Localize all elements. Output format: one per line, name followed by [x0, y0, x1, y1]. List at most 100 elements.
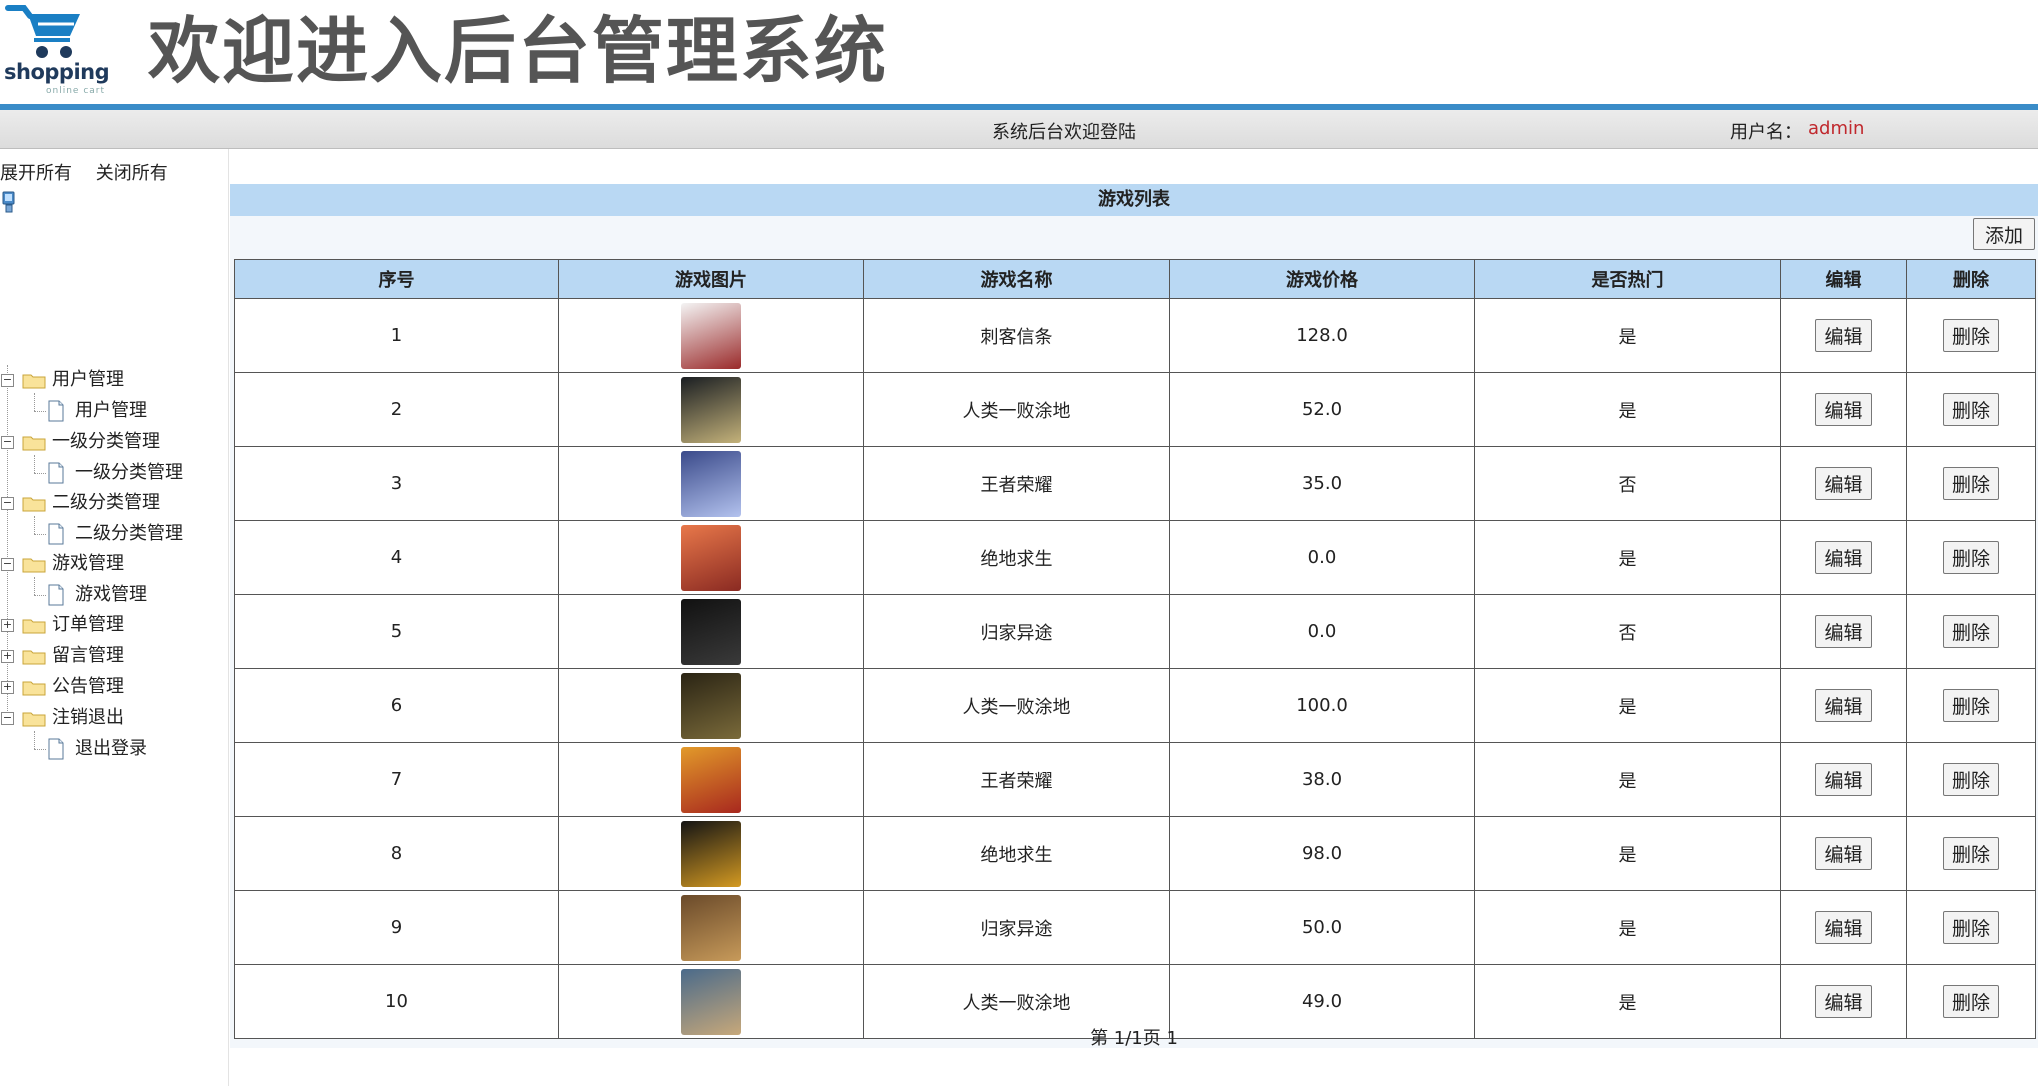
delete-button[interactable]: 删除 — [1942, 985, 1999, 1018]
cell-image — [558, 668, 864, 743]
delete-button[interactable]: 删除 — [1942, 763, 1999, 796]
delete-button[interactable]: 删除 — [1942, 467, 1999, 500]
collapse-all-link[interactable]: 关闭所有 — [96, 163, 168, 184]
cell-no: 5 — [234, 594, 559, 669]
cell-edit: 编辑 — [1780, 446, 1907, 521]
collapse-toggle[interactable]: − — [1, 711, 14, 725]
column-header-hot: 是否热门 — [1474, 259, 1781, 299]
tree-group-logout[interactable]: − 注销退出 — [1, 705, 124, 731]
collapse-toggle[interactable]: − — [1, 496, 14, 510]
game-thumbnail — [681, 894, 741, 961]
edit-button[interactable]: 编辑 — [1815, 837, 1872, 870]
delete-button[interactable]: 删除 — [1942, 541, 1999, 574]
cell-price: 35.0 — [1169, 446, 1475, 521]
expand-all-link[interactable]: 展开所有 — [0, 163, 72, 184]
expand-toggle[interactable]: + — [1, 618, 14, 632]
delete-button[interactable]: 删除 — [1942, 911, 1999, 944]
tree-group-game-management[interactable]: − 游戏管理 — [1, 551, 124, 577]
cell-price: 100.0 — [1169, 668, 1475, 743]
pagination[interactable]: 第 1/1页 1 — [230, 1024, 2038, 1050]
cell-name: 归家异途 — [863, 594, 1170, 669]
logo-subtext: online cart — [46, 86, 106, 96]
cell-edit: 编辑 — [1780, 372, 1907, 447]
edit-button[interactable]: 编辑 — [1815, 467, 1872, 500]
tree-group-order-management[interactable]: + 订单管理 — [1, 612, 124, 638]
delete-button[interactable]: 删除 — [1942, 319, 1999, 352]
table-row: 8 绝地求生 98.0 是 编辑 删除 — [234, 816, 2036, 891]
tree-group-message-management[interactable]: + 留言管理 — [1, 643, 124, 669]
game-table: 序号 游戏图片 游戏名称 游戏价格 是否热门 编辑 删除 1 刺客信条 128.… — [234, 259, 2036, 1039]
cell-no: 2 — [234, 372, 559, 447]
edit-button[interactable]: 编辑 — [1815, 541, 1872, 574]
tree-group-label: 注销退出 — [52, 707, 124, 728]
folder-icon — [22, 436, 46, 451]
tree-group-user-management[interactable]: − 用户管理 — [1, 367, 124, 393]
tree-line — [34, 749, 46, 750]
table-row: 1 刺客信条 128.0 是 编辑 删除 — [234, 298, 2036, 373]
game-thumbnail — [681, 376, 741, 443]
tree-group-primary-category[interactable]: − 一级分类管理 — [1, 429, 160, 455]
tree-item-primary-category[interactable]: 一级分类管理 — [47, 460, 183, 486]
tree-item-user-management[interactable]: 用户管理 — [47, 398, 147, 424]
table-row: 6 人类一败涂地 100.0 是 编辑 删除 — [234, 668, 2036, 743]
edit-button[interactable]: 编辑 — [1815, 985, 1872, 1018]
collapse-toggle[interactable]: − — [1, 373, 14, 387]
logo-text: shopping — [4, 60, 110, 84]
column-header-name: 游戏名称 — [863, 259, 1170, 299]
username-value: admin — [1808, 118, 1865, 139]
column-header-price: 游戏价格 — [1169, 259, 1475, 299]
tree-line — [34, 455, 35, 473]
shopping-logo: shopping online cart — [2, 2, 110, 96]
table-row: 7 王者荣耀 38.0 是 编辑 删除 — [234, 742, 2036, 817]
app-header: shopping online cart 欢迎进入后台管理系统 — [0, 0, 2038, 110]
tree-item-game-management[interactable]: 游戏管理 — [47, 582, 147, 608]
cell-hot: 是 — [1474, 890, 1781, 965]
tree-item-secondary-category[interactable]: 二级分类管理 — [47, 521, 183, 547]
tree-group-label: 二级分类管理 — [52, 492, 160, 513]
edit-button[interactable]: 编辑 — [1815, 689, 1872, 722]
cell-image — [558, 594, 864, 669]
folder-icon — [22, 712, 46, 727]
document-icon — [48, 584, 64, 606]
collapse-toggle[interactable]: − — [1, 435, 14, 449]
tree-group-secondary-category[interactable]: − 二级分类管理 — [1, 490, 160, 516]
cell-edit: 编辑 — [1780, 816, 1907, 891]
cell-name: 绝地求生 — [863, 816, 1170, 891]
username-label: 用户名： — [1730, 122, 1802, 143]
table-row: 9 归家异途 50.0 是 编辑 删除 — [234, 890, 2036, 965]
table-row: 3 王者荣耀 35.0 否 编辑 删除 — [234, 446, 2036, 521]
cell-price: 98.0 — [1169, 816, 1475, 891]
expand-toggle[interactable]: + — [1, 649, 14, 663]
column-header-image: 游戏图片 — [558, 259, 864, 299]
edit-button[interactable]: 编辑 — [1815, 393, 1872, 426]
tree-item-label: 用户管理 — [75, 400, 147, 421]
delete-button[interactable]: 删除 — [1942, 837, 1999, 870]
cell-image — [558, 742, 864, 817]
edit-button[interactable]: 编辑 — [1815, 763, 1872, 796]
edit-button[interactable]: 编辑 — [1815, 615, 1872, 648]
delete-button[interactable]: 删除 — [1942, 393, 1999, 426]
folder-icon — [22, 681, 46, 696]
cell-delete: 删除 — [1906, 594, 2036, 669]
edit-button[interactable]: 编辑 — [1815, 911, 1872, 944]
table-row: 5 归家异途 0.0 否 编辑 删除 — [234, 594, 2036, 669]
edit-button[interactable]: 编辑 — [1815, 319, 1872, 352]
collapse-toggle[interactable]: − — [1, 557, 14, 571]
tree-item-logout[interactable]: 退出登录 — [47, 736, 147, 762]
add-button[interactable]: 添加 — [1973, 218, 2035, 250]
cell-edit: 编辑 — [1780, 520, 1907, 595]
game-thumbnail — [681, 450, 741, 517]
cell-no: 1 — [234, 298, 559, 373]
tree-group-notice-management[interactable]: + 公告管理 — [1, 674, 124, 700]
cell-name: 人类一败涂地 — [863, 372, 1170, 447]
expand-toggle[interactable]: + — [1, 680, 14, 694]
cell-delete: 删除 — [1906, 890, 2036, 965]
delete-button[interactable]: 删除 — [1942, 689, 1999, 722]
tree-item-label: 一级分类管理 — [75, 462, 183, 483]
site-title: 欢迎进入后台管理系统 — [148, 9, 889, 93]
cell-delete: 删除 — [1906, 372, 2036, 447]
delete-button[interactable]: 删除 — [1942, 615, 1999, 648]
folder-icon — [22, 619, 46, 634]
tree-group-label: 留言管理 — [52, 645, 124, 666]
cell-hot: 是 — [1474, 742, 1781, 817]
